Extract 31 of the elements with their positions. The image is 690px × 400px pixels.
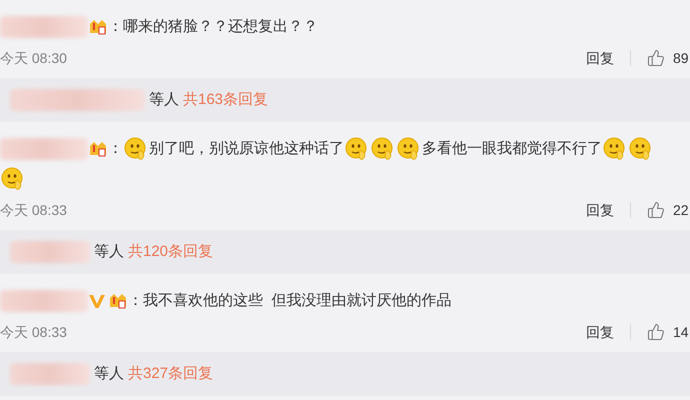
like-count: 22 bbox=[673, 200, 690, 220]
comment-time: 今天 08:30 bbox=[0, 48, 67, 68]
reply-button[interactable]: 回复 bbox=[586, 200, 614, 221]
emoji-icon bbox=[345, 137, 369, 162]
level-badge-icon bbox=[88, 17, 108, 38]
comment-text: 多看他一眼我都觉得不行了 bbox=[422, 140, 602, 158]
emoji-icon bbox=[1, 167, 25, 192]
comment-time: 今天 08:33 bbox=[0, 200, 67, 220]
like-count: 89 bbox=[673, 48, 690, 68]
like-icon[interactable] bbox=[647, 49, 665, 68]
comment-time: 今天 08:33 bbox=[0, 322, 67, 342]
emoji-icon bbox=[397, 137, 421, 162]
emoji-icon bbox=[124, 137, 148, 162]
comment-text: ：我不喜欢他的这些 但我没理由就讨厌他的作品 bbox=[128, 292, 452, 310]
reply-button[interactable]: 回复 bbox=[586, 48, 614, 69]
thread-suffix: 等人 bbox=[94, 364, 124, 384]
emoji-icon bbox=[603, 137, 627, 162]
like-icon[interactable] bbox=[647, 201, 665, 220]
thread-suffix: 等人 bbox=[94, 242, 124, 262]
like-icon[interactable] bbox=[647, 323, 665, 342]
comment-text: ： bbox=[108, 140, 123, 158]
level-badge-icon bbox=[88, 139, 108, 160]
verified-badge-icon bbox=[88, 292, 106, 310]
thread-suffix: 等人 bbox=[149, 90, 179, 110]
emoji-icon bbox=[629, 137, 653, 162]
emoji-icon bbox=[371, 137, 395, 162]
like-count: 14 bbox=[673, 322, 690, 342]
comment-text: ：哪来的猪脸？？还想复出？？ bbox=[108, 18, 318, 36]
reply-button[interactable]: 回复 bbox=[586, 322, 614, 343]
comment-text: 别了吧，别说原谅他这种话了 bbox=[149, 140, 344, 158]
level-badge-icon bbox=[108, 291, 128, 312]
